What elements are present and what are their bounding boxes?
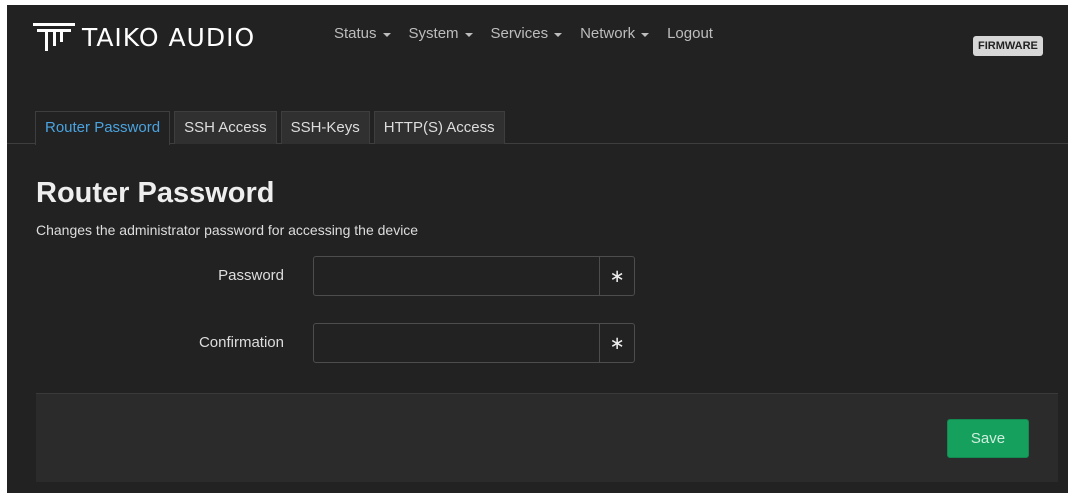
password-label: Password: [218, 267, 284, 284]
reveal-password-button[interactable]: ∗: [599, 257, 634, 295]
tab-router-password[interactable]: Router Password: [35, 111, 171, 145]
nav-system[interactable]: System: [402, 25, 480, 42]
save-button[interactable]: Save: [947, 419, 1029, 458]
tab-ssh-keys[interactable]: SSH-Keys: [280, 111, 370, 144]
caret-down-icon: [464, 32, 473, 37]
caret-down-icon: [382, 32, 391, 37]
firmware-badge[interactable]: FIRMWARE: [973, 36, 1043, 56]
reveal-confirmation-button[interactable]: ∗: [599, 324, 634, 362]
tab-ssh-access[interactable]: SSH Access: [174, 111, 277, 144]
password-input-group: ∗: [313, 256, 635, 296]
caret-down-icon: [641, 32, 650, 37]
brand[interactable]: TAIKO AUDIO: [33, 17, 255, 57]
nav-logout[interactable]: Logout: [660, 25, 720, 42]
nav-status[interactable]: Status: [327, 25, 398, 42]
password-input[interactable]: [314, 257, 599, 295]
brand-name: TAIKO AUDIO: [82, 22, 256, 52]
top-navbar: TAIKO AUDIO Status System Services Netwo…: [7, 5, 1068, 85]
tab-https-access[interactable]: HTTP(S) Access: [373, 111, 505, 144]
page-title: Router Password: [36, 177, 275, 209]
main-menu: Status System Services Network Logout: [327, 25, 724, 42]
tab-bar: Router Password SSH Access SSH-Keys HTTP…: [7, 111, 1068, 145]
taiko-logo-icon: [33, 23, 75, 51]
nav-services[interactable]: Services: [484, 25, 570, 42]
app-window: TAIKO AUDIO Status System Services Netwo…: [7, 5, 1068, 493]
nav-network[interactable]: Network: [573, 25, 656, 42]
confirmation-label: Confirmation: [198, 334, 284, 351]
confirmation-input-group: ∗: [313, 323, 635, 363]
tab-list: Router Password SSH Access SSH-Keys HTTP…: [35, 111, 509, 145]
caret-down-icon: [554, 32, 563, 37]
nav-logout-label: Logout: [667, 25, 713, 42]
nav-services-label: Services: [490, 25, 549, 42]
nav-status-label: Status: [334, 25, 377, 42]
form-actions: Save: [36, 393, 1058, 482]
nav-network-label: Network: [580, 25, 636, 42]
password-row: Password ∗: [7, 256, 1068, 296]
confirmation-input[interactable]: [314, 324, 599, 362]
page-description: Changes the administrator password for a…: [36, 222, 419, 238]
nav-system-label: System: [408, 25, 459, 42]
confirmation-row: Confirmation ∗: [7, 323, 1068, 363]
